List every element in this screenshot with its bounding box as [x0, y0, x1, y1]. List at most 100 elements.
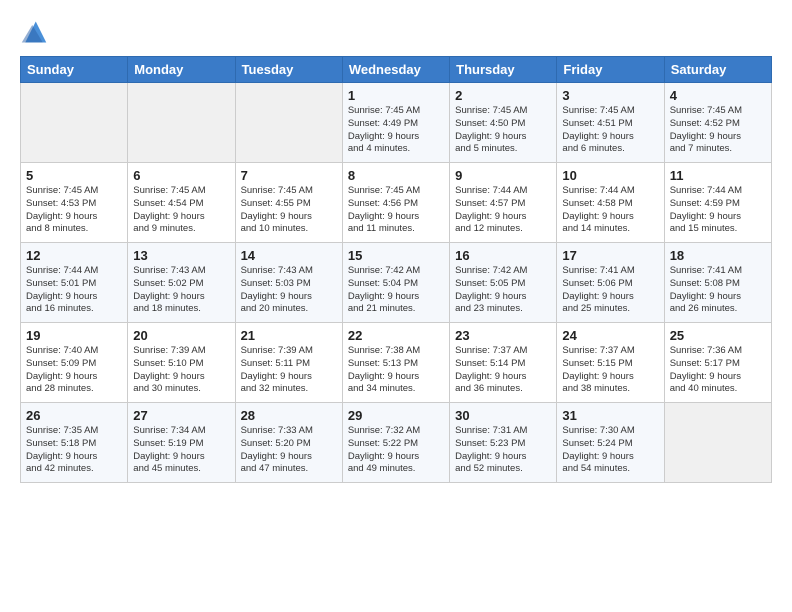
day-info: Sunrise: 7:39 AM Sunset: 5:11 PM Dayligh…	[241, 345, 337, 396]
day-number: 5	[26, 168, 122, 183]
calendar-cell	[128, 83, 235, 163]
day-number: 25	[670, 328, 766, 343]
day-info: Sunrise: 7:38 AM Sunset: 5:13 PM Dayligh…	[348, 345, 444, 396]
day-info: Sunrise: 7:45 AM Sunset: 4:55 PM Dayligh…	[241, 185, 337, 236]
day-number: 12	[26, 248, 122, 263]
day-number: 28	[241, 408, 337, 423]
calendar-cell: 18 Sunrise: 7:41 AM Sunset: 5:08 PM Dayli…	[664, 243, 771, 323]
day-info: Sunrise: 7:30 AM Sunset: 5:24 PM Dayligh…	[562, 425, 658, 476]
day-number: 26	[26, 408, 122, 423]
calendar-cell: 5 Sunrise: 7:45 AM Sunset: 4:53 PM Daylig…	[21, 163, 128, 243]
day-number: 23	[455, 328, 551, 343]
weekday-header-row: SundayMondayTuesdayWednesdayThursdayFrid…	[21, 57, 772, 83]
calendar-cell: 19Sunrise: 7:40 AM Sunset: 5:09 PM Dayli…	[21, 323, 128, 403]
calendar-week-3: 12 Sunrise: 7:44 AM Sunset: 5:01 PM Dayli…	[21, 243, 772, 323]
day-info: Sunrise: 7:31 AM Sunset: 5:23 PM Dayligh…	[455, 425, 551, 476]
day-info: Sunrise: 7:44 AM Sunset: 5:01 PM Dayligh…	[26, 265, 122, 316]
calendar-cell: 31 Sunrise: 7:30 AM Sunset: 5:24 PM Dayli…	[557, 403, 664, 483]
calendar-cell: 21 Sunrise: 7:39 AM Sunset: 5:11 PM Dayli…	[235, 323, 342, 403]
calendar-week-5: 26 Sunrise: 7:35 AM Sunset: 5:18 PM Dayli…	[21, 403, 772, 483]
day-number: 1	[348, 88, 444, 103]
calendar-cell: 22 Sunrise: 7:38 AM Sunset: 5:13 PM Dayli…	[342, 323, 449, 403]
day-info: Sunrise: 7:42 AM Sunset: 5:05 PM Dayligh…	[455, 265, 551, 316]
weekday-header-tuesday: Tuesday	[235, 57, 342, 83]
day-info: Sunrise: 7:45 AM Sunset: 4:56 PM Dayligh…	[348, 185, 444, 236]
calendar-week-1: 1 Sunrise: 7:45 AM Sunset: 4:49 PM Daylig…	[21, 83, 772, 163]
calendar-cell: 25 Sunrise: 7:36 AM Sunset: 5:17 PM Dayli…	[664, 323, 771, 403]
calendar-cell: 12 Sunrise: 7:44 AM Sunset: 5:01 PM Dayli…	[21, 243, 128, 323]
weekday-header-wednesday: Wednesday	[342, 57, 449, 83]
day-info: Sunrise: 7:33 AM Sunset: 5:20 PM Dayligh…	[241, 425, 337, 476]
calendar-cell: 6Sunrise: 7:45 AM Sunset: 4:54 PM Daylig…	[128, 163, 235, 243]
logo-icon	[20, 18, 48, 46]
day-number: 21	[241, 328, 337, 343]
day-number: 22	[348, 328, 444, 343]
weekday-header-monday: Monday	[128, 57, 235, 83]
day-number: 7	[241, 168, 337, 183]
day-number: 15	[348, 248, 444, 263]
main-container: SundayMondayTuesdayWednesdayThursdayFrid…	[0, 0, 792, 493]
calendar-cell	[21, 83, 128, 163]
header	[20, 18, 772, 46]
day-number: 27	[133, 408, 229, 423]
calendar-cell: 27 Sunrise: 7:34 AM Sunset: 5:19 PM Dayli…	[128, 403, 235, 483]
day-info: Sunrise: 7:45 AM Sunset: 4:54 PM Dayligh…	[133, 185, 229, 236]
calendar-cell: 28 Sunrise: 7:33 AM Sunset: 5:20 PM Dayli…	[235, 403, 342, 483]
day-info: Sunrise: 7:36 AM Sunset: 5:17 PM Dayligh…	[670, 345, 766, 396]
calendar-cell: 30 Sunrise: 7:31 AM Sunset: 5:23 PM Dayli…	[450, 403, 557, 483]
day-number: 30	[455, 408, 551, 423]
day-info: Sunrise: 7:45 AM Sunset: 4:53 PM Dayligh…	[26, 185, 122, 236]
day-info: Sunrise: 7:39 AM Sunset: 5:10 PM Dayligh…	[133, 345, 229, 396]
calendar-cell: 16 Sunrise: 7:42 AM Sunset: 5:05 PM Dayli…	[450, 243, 557, 323]
day-number: 29	[348, 408, 444, 423]
day-number: 2	[455, 88, 551, 103]
weekday-header-friday: Friday	[557, 57, 664, 83]
day-number: 9	[455, 168, 551, 183]
calendar-body: 1 Sunrise: 7:45 AM Sunset: 4:49 PM Daylig…	[21, 83, 772, 483]
calendar-week-2: 5 Sunrise: 7:45 AM Sunset: 4:53 PM Daylig…	[21, 163, 772, 243]
calendar-cell: 10 Sunrise: 7:44 AM Sunset: 4:58 PM Dayli…	[557, 163, 664, 243]
calendar-cell: 26 Sunrise: 7:35 AM Sunset: 5:18 PM Dayli…	[21, 403, 128, 483]
day-info: Sunrise: 7:44 AM Sunset: 4:59 PM Dayligh…	[670, 185, 766, 236]
calendar-cell	[235, 83, 342, 163]
calendar-cell: 3 Sunrise: 7:45 AM Sunset: 4:51 PM Daylig…	[557, 83, 664, 163]
day-number: 19	[26, 328, 122, 343]
day-number: 13	[133, 248, 229, 263]
day-number: 10	[562, 168, 658, 183]
calendar-cell: 17Sunrise: 7:41 AM Sunset: 5:06 PM Dayli…	[557, 243, 664, 323]
day-number: 14	[241, 248, 337, 263]
day-info: Sunrise: 7:42 AM Sunset: 5:04 PM Dayligh…	[348, 265, 444, 316]
day-number: 20	[133, 328, 229, 343]
calendar-cell: 20 Sunrise: 7:39 AM Sunset: 5:10 PM Dayli…	[128, 323, 235, 403]
calendar-cell: 7 Sunrise: 7:45 AM Sunset: 4:55 PM Daylig…	[235, 163, 342, 243]
calendar-cell: 1 Sunrise: 7:45 AM Sunset: 4:49 PM Daylig…	[342, 83, 449, 163]
weekday-header-saturday: Saturday	[664, 57, 771, 83]
day-info: Sunrise: 7:35 AM Sunset: 5:18 PM Dayligh…	[26, 425, 122, 476]
day-info: Sunrise: 7:41 AM Sunset: 5:08 PM Dayligh…	[670, 265, 766, 316]
logo	[20, 18, 52, 46]
calendar-week-4: 19Sunrise: 7:40 AM Sunset: 5:09 PM Dayli…	[21, 323, 772, 403]
calendar-cell: 4Sunrise: 7:45 AM Sunset: 4:52 PM Daylig…	[664, 83, 771, 163]
calendar-cell: 13Sunrise: 7:43 AM Sunset: 5:02 PM Dayli…	[128, 243, 235, 323]
day-number: 18	[670, 248, 766, 263]
day-info: Sunrise: 7:41 AM Sunset: 5:06 PM Dayligh…	[562, 265, 658, 316]
calendar-cell: 15 Sunrise: 7:42 AM Sunset: 5:04 PM Dayli…	[342, 243, 449, 323]
day-number: 16	[455, 248, 551, 263]
day-info: Sunrise: 7:44 AM Sunset: 4:58 PM Dayligh…	[562, 185, 658, 236]
weekday-header-sunday: Sunday	[21, 57, 128, 83]
day-number: 4	[670, 88, 766, 103]
day-number: 8	[348, 168, 444, 183]
day-number: 31	[562, 408, 658, 423]
day-number: 3	[562, 88, 658, 103]
calendar-cell: 11Sunrise: 7:44 AM Sunset: 4:59 PM Dayli…	[664, 163, 771, 243]
calendar-cell: 29 Sunrise: 7:32 AM Sunset: 5:22 PM Dayli…	[342, 403, 449, 483]
weekday-header-thursday: Thursday	[450, 57, 557, 83]
day-info: Sunrise: 7:45 AM Sunset: 4:51 PM Dayligh…	[562, 105, 658, 156]
day-info: Sunrise: 7:32 AM Sunset: 5:22 PM Dayligh…	[348, 425, 444, 476]
calendar-cell: 9Sunrise: 7:44 AM Sunset: 4:57 PM Daylig…	[450, 163, 557, 243]
day-info: Sunrise: 7:34 AM Sunset: 5:19 PM Dayligh…	[133, 425, 229, 476]
calendar-cell: 8 Sunrise: 7:45 AM Sunset: 4:56 PM Daylig…	[342, 163, 449, 243]
day-info: Sunrise: 7:45 AM Sunset: 4:49 PM Dayligh…	[348, 105, 444, 156]
day-info: Sunrise: 7:37 AM Sunset: 5:15 PM Dayligh…	[562, 345, 658, 396]
calendar-cell: 23Sunrise: 7:37 AM Sunset: 5:14 PM Dayli…	[450, 323, 557, 403]
